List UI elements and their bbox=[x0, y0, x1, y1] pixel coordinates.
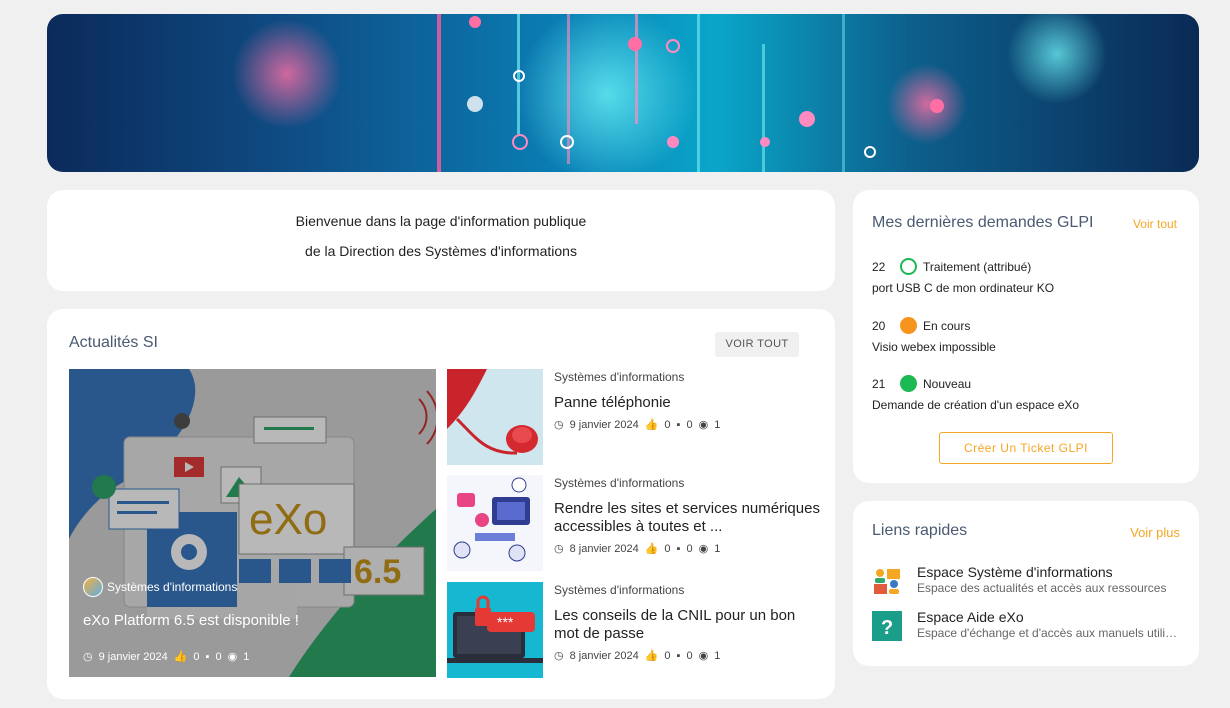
request-subject: port USB C de mon ordinateur KO bbox=[872, 281, 1055, 295]
request-status: Nouveau bbox=[923, 376, 972, 391]
news-title: Actualités SI bbox=[69, 334, 158, 351]
quick-link-desc: Espace des actualités et accès aux resso… bbox=[917, 581, 1167, 595]
news-item-comments: 0 bbox=[686, 649, 693, 662]
news-card: Actualités SI VOIR TOUT eXo 6.5 Systèmes… bbox=[47, 309, 835, 699]
news-item-date: 8 janvier 2024 bbox=[569, 649, 639, 662]
news-item-likes: 0 bbox=[664, 649, 671, 662]
news-item-likes: 0 bbox=[664, 542, 671, 555]
comment-icon: ▪ bbox=[676, 418, 681, 431]
news-thumbnail: *** bbox=[447, 582, 543, 678]
news-item-comments: 0 bbox=[686, 418, 693, 431]
clock-icon: ◷ bbox=[554, 543, 564, 555]
like-icon: 👍 bbox=[644, 650, 659, 662]
header-banner bbox=[47, 14, 1199, 172]
news-item-date: 8 janvier 2024 bbox=[569, 542, 639, 555]
news-item-likes: 0 bbox=[664, 418, 671, 431]
welcome-line-1: Bienvenue dans la page d'information pub… bbox=[295, 213, 587, 229]
clock-icon: ◷ bbox=[554, 650, 564, 662]
comment-icon: ▪ bbox=[676, 542, 681, 555]
featured-date: 9 janvier 2024 bbox=[98, 650, 168, 663]
glpi-request[interactable]: 22 Traitement (attribué) port USB C de m… bbox=[872, 258, 1054, 295]
svg-text:***: *** bbox=[497, 614, 514, 630]
glpi-request[interactable]: 21 Nouveau Demande de création d'un espa… bbox=[872, 375, 1079, 412]
featured-title[interactable]: eXo Platform 6.5 est disponible ! bbox=[83, 612, 299, 629]
comment-icon: ▪ bbox=[205, 650, 210, 663]
clock-icon: ◷ bbox=[83, 651, 93, 663]
welcome-line-2: de la Direction des Systèmes d'informati… bbox=[305, 243, 577, 259]
request-id: 22 bbox=[872, 259, 886, 274]
status-outline-dot-icon bbox=[900, 258, 917, 275]
news-item-title[interactable]: Les conseils de la CNIL pour un bon mot … bbox=[554, 607, 820, 643]
news-item-views: 1 bbox=[714, 649, 721, 662]
request-subject: Demande de création d'un espace eXo bbox=[872, 398, 1080, 412]
welcome-card: Bienvenue dans la page d'information pub… bbox=[47, 190, 835, 291]
news-item-date: 9 janvier 2024 bbox=[569, 418, 639, 431]
featured-meta: ◷ 9 janvier 2024 👍 0 ▪ 0 ◉ 1 bbox=[83, 650, 250, 664]
glpi-voir-tout-link[interactable]: Voir tout bbox=[1133, 217, 1177, 231]
news-item[interactable]: *** Systèmes d'informations Les conseils… bbox=[447, 582, 827, 678]
quick-link-title: Espace Système d'informations bbox=[917, 564, 1113, 580]
news-thumbnail bbox=[447, 475, 543, 571]
quick-link-item[interactable]: Espace Système d'informations Espace des… bbox=[872, 564, 1182, 600]
glpi-title: Mes dernières demandes GLPI bbox=[872, 214, 1094, 231]
featured-category-label: Systèmes d'informations bbox=[107, 580, 238, 594]
news-item-meta: ◷ 9 janvier 2024 👍 0 ▪ 0 ◉ 1 bbox=[554, 418, 721, 432]
featured-overlay bbox=[69, 369, 436, 677]
news-item-meta: ◷ 8 janvier 2024 👍 0 ▪ 0 ◉ 1 bbox=[554, 542, 721, 556]
status-dot-icon bbox=[900, 317, 917, 334]
news-item-category[interactable]: Systèmes d'informations bbox=[554, 370, 684, 384]
featured-likes: 0 bbox=[193, 650, 200, 663]
featured-category[interactable]: Systèmes d'informations bbox=[83, 577, 237, 597]
glpi-request[interactable]: 20 En cours Visio webex impossible bbox=[872, 317, 996, 354]
eye-icon: ◉ bbox=[227, 651, 238, 663]
glpi-requests-card: Mes dernières demandes GLPI Voir tout 22… bbox=[853, 190, 1199, 483]
clock-icon: ◷ bbox=[554, 419, 564, 431]
banner-graphic bbox=[232, 14, 1107, 172]
help-icon: ? bbox=[872, 611, 902, 641]
featured-article[interactable]: eXo 6.5 Systèmes d'informations eXo Plat… bbox=[69, 369, 436, 677]
create-ticket-button[interactable]: Créer Un Ticket GLPI bbox=[939, 432, 1113, 464]
links-voir-plus-link[interactable]: Voir plus bbox=[1130, 525, 1180, 540]
quick-links-card: Liens rapides Voir plus Espace Système d… bbox=[853, 501, 1199, 666]
space-avatar bbox=[83, 577, 103, 597]
comment-icon: ▪ bbox=[676, 649, 681, 662]
featured-views: 1 bbox=[243, 650, 250, 663]
svg-text:?: ? bbox=[881, 617, 893, 639]
like-icon: 👍 bbox=[644, 543, 659, 555]
featured-comments: 0 bbox=[215, 650, 222, 663]
news-item-views: 1 bbox=[714, 418, 721, 431]
request-id: 20 bbox=[872, 318, 886, 333]
news-item-title[interactable]: Panne téléphonie bbox=[554, 394, 820, 412]
news-item-category[interactable]: Systèmes d'informations bbox=[554, 476, 684, 490]
request-status: En cours bbox=[923, 318, 971, 333]
request-subject: Visio webex impossible bbox=[872, 340, 996, 354]
eye-icon: ◉ bbox=[698, 650, 709, 662]
news-item-comments: 0 bbox=[686, 542, 693, 555]
news-voir-tout-button[interactable]: VOIR TOUT bbox=[715, 332, 799, 357]
eye-icon: ◉ bbox=[698, 543, 709, 555]
quick-link-item[interactable]: ? Espace Aide eXo Espace d'échange et d'… bbox=[872, 609, 1182, 645]
news-item-category[interactable]: Systèmes d'informations bbox=[554, 583, 684, 597]
news-thumbnail bbox=[447, 369, 543, 465]
like-icon: 👍 bbox=[173, 651, 188, 663]
news-item-meta: ◷ 8 janvier 2024 👍 0 ▪ 0 ◉ 1 bbox=[554, 649, 721, 663]
quick-link-title: Espace Aide eXo bbox=[917, 609, 1024, 625]
news-item-views: 1 bbox=[714, 542, 721, 555]
request-status: Traitement (attribué) bbox=[923, 259, 1032, 274]
quick-link-desc: Espace d'échange et d'accès aux manuels … bbox=[917, 626, 1179, 640]
status-dot-icon bbox=[900, 375, 917, 392]
news-item[interactable]: Systèmes d'informations Rendre les sites… bbox=[447, 475, 827, 571]
links-title: Liens rapides bbox=[872, 522, 968, 539]
people-icon bbox=[874, 569, 900, 594]
news-item[interactable]: Systèmes d'informations Panne téléphonie… bbox=[447, 369, 827, 465]
news-item-title[interactable]: Rendre les sites et services numériques … bbox=[554, 500, 820, 536]
eye-icon: ◉ bbox=[698, 419, 709, 431]
like-icon: 👍 bbox=[644, 419, 659, 431]
request-id: 21 bbox=[872, 376, 886, 391]
